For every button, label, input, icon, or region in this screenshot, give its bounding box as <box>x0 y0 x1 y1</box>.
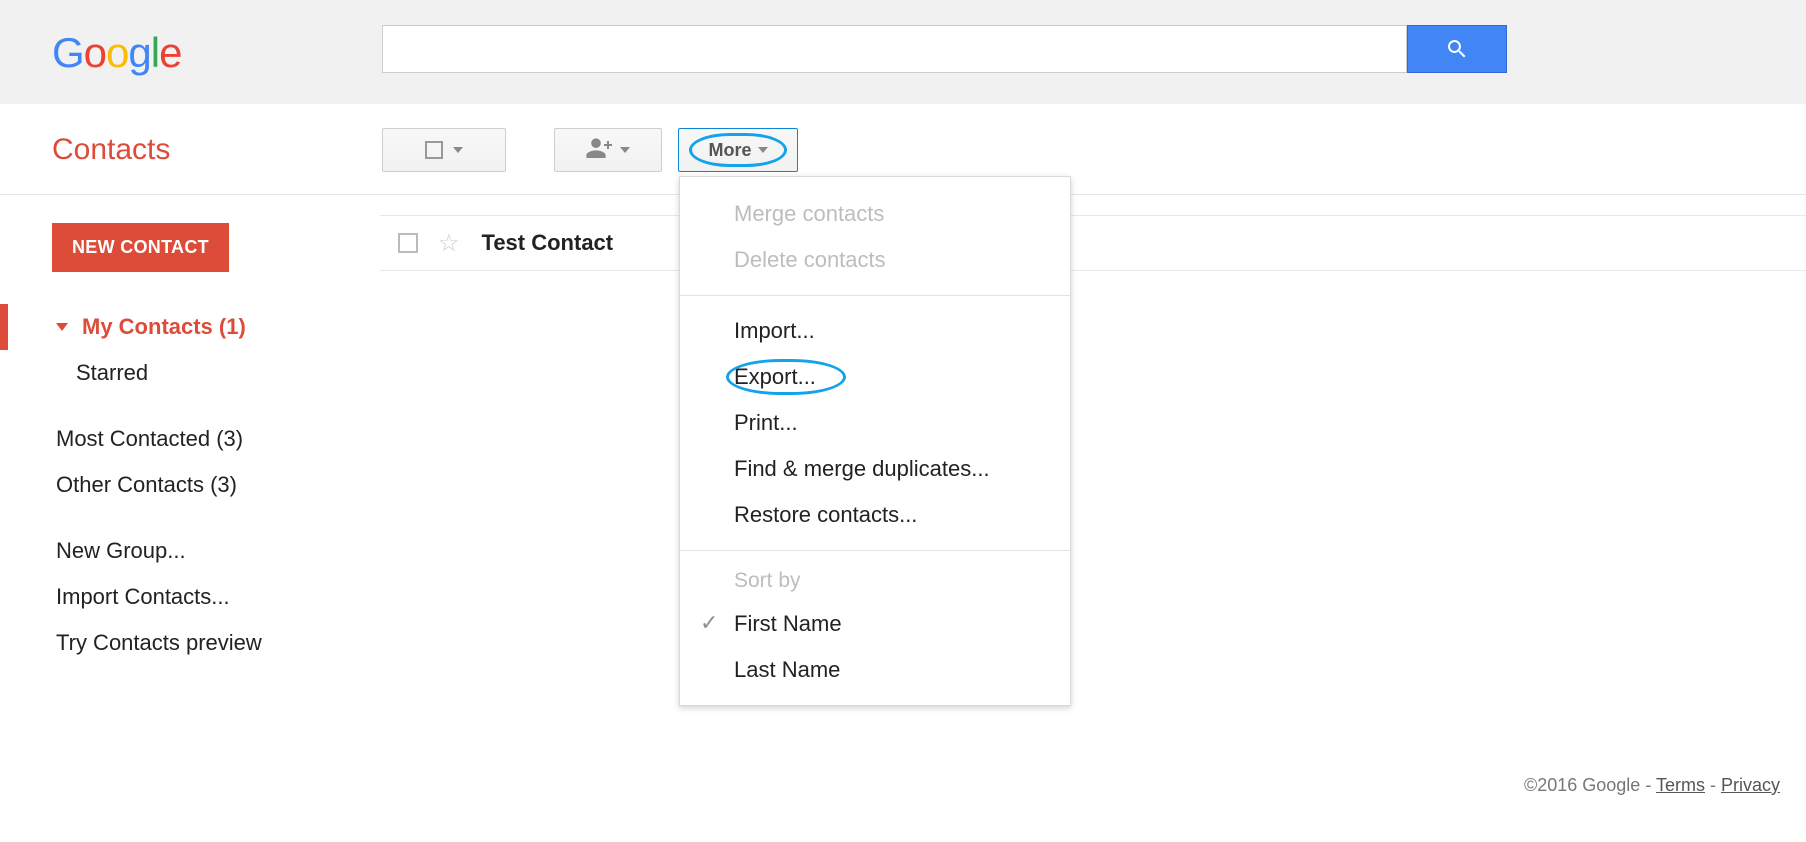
person-add-icon <box>586 138 614 163</box>
chevron-down-icon <box>620 147 630 153</box>
more-button[interactable]: More Merge contacts Delete contacts Impo… <box>678 128 798 172</box>
app-title: Contacts <box>52 133 382 167</box>
menu-restore[interactable]: Restore contacts... <box>680 492 1070 538</box>
menu-separator <box>680 550 1070 551</box>
nav-starred[interactable]: Starred <box>52 350 380 396</box>
new-contact-button[interactable]: NEW CONTACT <box>52 223 229 272</box>
copyright-text: ©2016 Google <box>1524 775 1640 795</box>
privacy-link[interactable]: Privacy <box>1721 775 1780 795</box>
select-all-dropdown[interactable] <box>382 128 506 172</box>
contact-row[interactable]: ☆ Test Contact <box>380 215 1806 271</box>
header: Google <box>0 0 1806 104</box>
sidebar: NEW CONTACT My Contacts (1) Starred Most… <box>0 195 380 666</box>
subheader: Contacts More Merge contacts Delete cont… <box>0 104 1806 195</box>
search-form <box>382 25 1507 73</box>
nav-most-contacted[interactable]: Most Contacted (3) <box>52 416 380 462</box>
menu-sort-last-name[interactable]: Last Name <box>680 647 1070 693</box>
more-button-label: More <box>708 140 751 161</box>
google-logo[interactable]: Google <box>52 25 212 81</box>
menu-sort-first-name[interactable]: First Name <box>680 601 1070 647</box>
menu-merge-contacts: Merge contacts <box>680 191 1070 237</box>
nav-import-contacts[interactable]: Import Contacts... <box>52 574 380 620</box>
contact-name: Test Contact <box>482 230 614 256</box>
menu-import[interactable]: Import... <box>680 308 1070 354</box>
row-checkbox[interactable] <box>398 233 418 253</box>
menu-find-merge[interactable]: Find & merge duplicates... <box>680 446 1070 492</box>
footer: ©2016 Google - Terms - Privacy <box>1524 775 1780 796</box>
nav-try-preview[interactable]: Try Contacts preview <box>52 620 380 666</box>
nav-other-contacts[interactable]: Other Contacts (3) <box>52 462 380 508</box>
menu-export[interactable]: Export... <box>680 354 1070 400</box>
terms-link[interactable]: Terms <box>1656 775 1705 795</box>
more-menu: Merge contacts Delete contacts Import...… <box>679 176 1071 706</box>
nav-my-contacts[interactable]: My Contacts (1) <box>52 304 380 350</box>
chevron-down-icon <box>56 323 68 331</box>
nav: My Contacts (1) Starred Most Contacted (… <box>52 304 380 666</box>
chevron-down-icon <box>758 147 768 153</box>
nav-new-group[interactable]: New Group... <box>52 528 380 574</box>
select-all-checkbox[interactable] <box>425 141 443 159</box>
menu-print[interactable]: Print... <box>680 400 1070 446</box>
menu-sort-by-header: Sort by <box>680 563 1070 601</box>
search-icon <box>1445 37 1469 61</box>
menu-separator <box>680 295 1070 296</box>
star-icon[interactable]: ☆ <box>438 229 460 258</box>
chevron-down-icon <box>453 147 463 153</box>
add-to-group-button[interactable] <box>554 128 662 172</box>
content: ☆ Test Contact <box>380 195 1806 666</box>
search-button[interactable] <box>1407 25 1507 73</box>
search-input[interactable] <box>382 25 1407 73</box>
menu-delete-contacts: Delete contacts <box>680 237 1070 283</box>
